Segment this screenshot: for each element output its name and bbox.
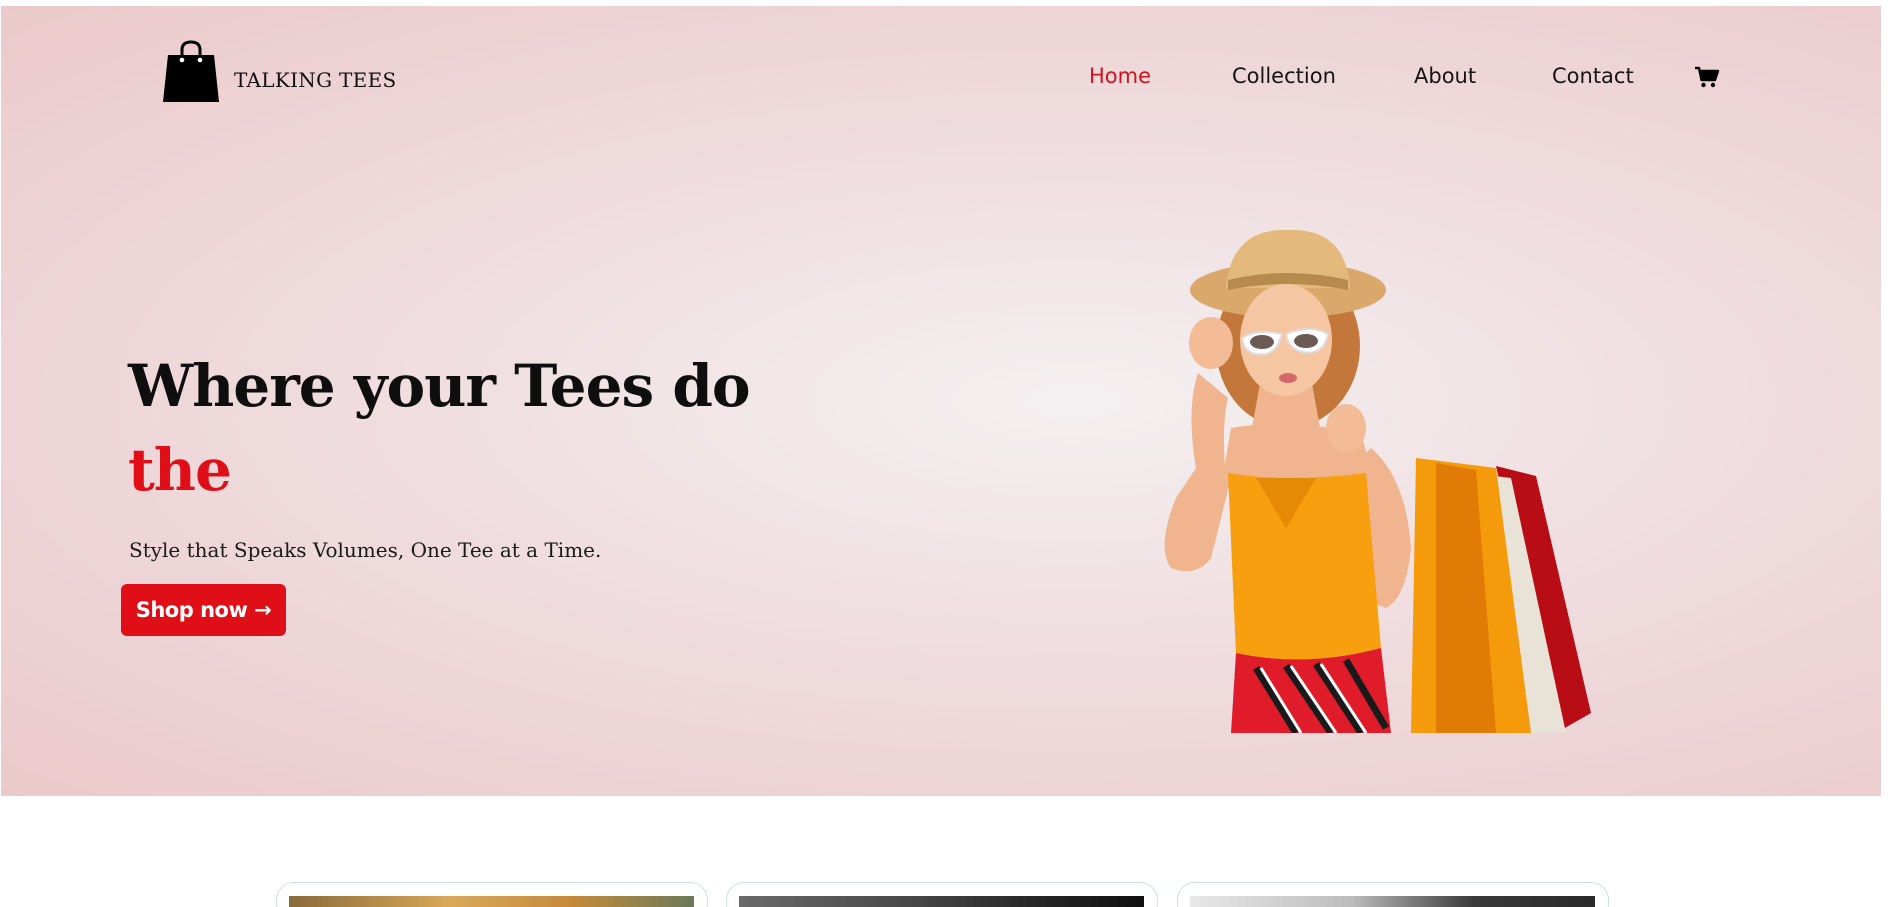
shopping-bag-icon [163, 40, 219, 102]
brand-name: TALKING TEES [234, 68, 397, 92]
hero-tagline: Style that Speaks Volumes, One Tee at a … [129, 538, 602, 562]
nav-contact[interactable]: Contact [1552, 64, 1634, 88]
product-photo [1190, 896, 1595, 907]
collection-card[interactable] [276, 882, 708, 907]
nav-about[interactable]: About [1414, 64, 1476, 88]
collection-preview [0, 880, 1890, 907]
nav-collection[interactable]: Collection [1232, 64, 1336, 88]
product-photo [289, 896, 694, 907]
shop-now-button[interactable]: Shop now → [121, 584, 286, 636]
collection-card[interactable] [726, 882, 1158, 907]
hero-model-image [1164, 229, 1591, 733]
hero-headline-accent: the [128, 436, 232, 504]
hero-headline-line1: Where your Tees do [128, 352, 751, 420]
brand-logo[interactable]: TALKING TEES [162, 38, 397, 102]
hero-section: TALKING TEES Home Collection About Conta… [1, 6, 1881, 796]
collection-card[interactable] [1177, 882, 1609, 907]
nav-home[interactable]: Home [1089, 64, 1151, 88]
product-photo [739, 896, 1144, 907]
cart-icon[interactable] [1694, 65, 1720, 89]
hero-headline: Where your Tees do the [128, 344, 751, 512]
